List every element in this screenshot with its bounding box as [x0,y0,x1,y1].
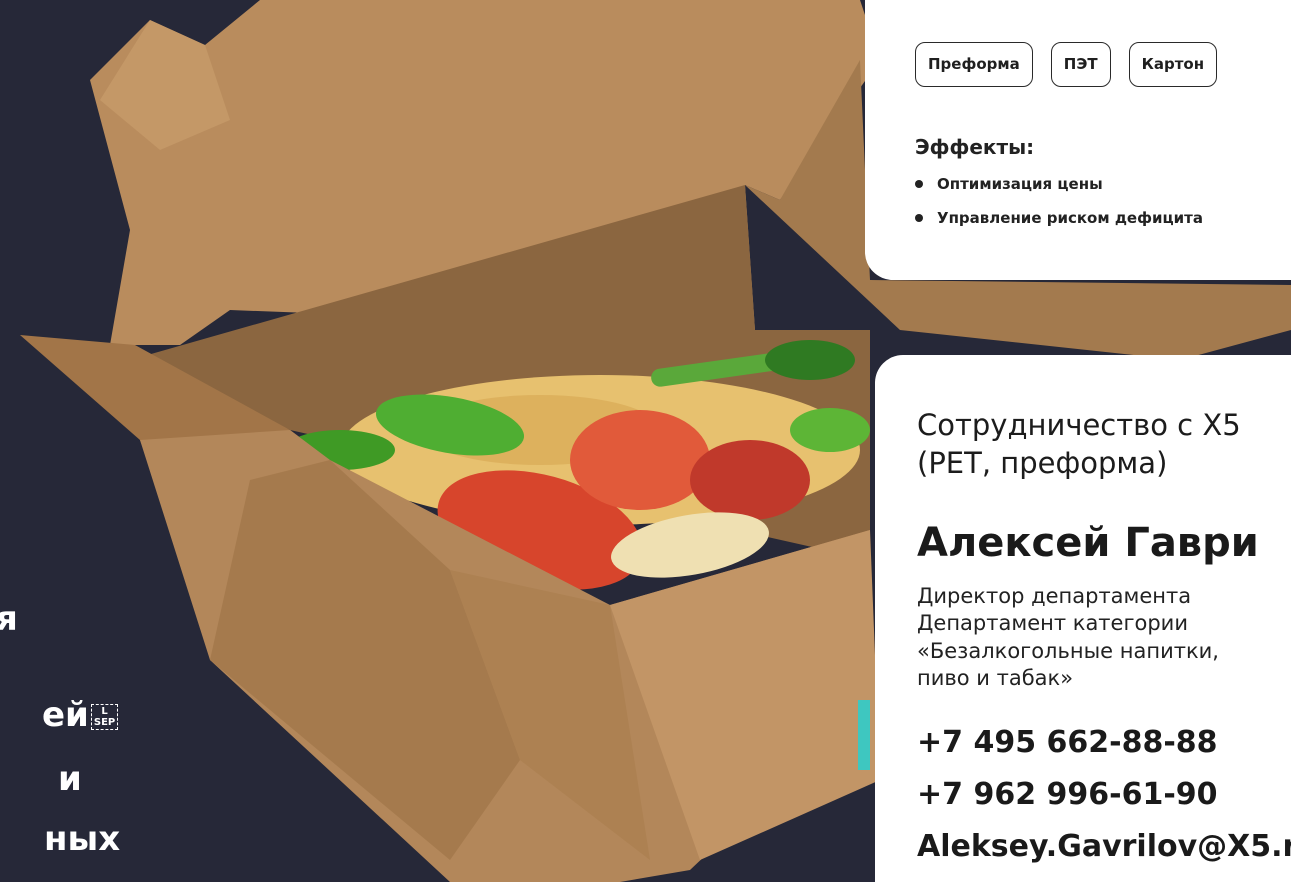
cooperation-title: Сотрудничество с X5 [917,408,1241,442]
herbs [765,340,855,380]
contact-email[interactable]: Aleksey.Gavrilov@X5.r [917,829,1291,864]
material-chips: Преформа ПЭТ Картон [915,42,1218,87]
chip-pet[interactable]: ПЭТ [1050,42,1111,87]
role-line: Директор департамента [917,584,1192,608]
role-line: пиво и табак» [917,665,1074,690]
role-line: «Безалкогольные напитки, [917,638,1219,663]
effects-list: Оптимизация цены Управление риском дефиц… [915,175,1203,243]
sausage [690,440,810,520]
materials-card: Преформа ПЭТ Картон Эффекты: Оптимизация… [865,0,1291,280]
green-pepper-3 [790,408,870,452]
contact-name: Алексей Гаври [917,520,1259,566]
teal-accent [858,700,870,770]
cooperation-heading: Сотрудничество с X5 (PET, преформа) [917,407,1241,482]
cooperation-subtitle: (PET, преформа) [917,445,1168,480]
contact-role: Директор департамента Департамент катего… [917,583,1219,692]
effect-label: Управление риском дефицита [937,209,1203,227]
chip-preform[interactable]: Преформа [915,42,1033,87]
tomato-2 [570,410,710,510]
contact-card: Сотрудничество с X5 (PET, преформа) Алек… [875,355,1291,882]
phone-mobile[interactable]: +7 962 996-61-90 [917,777,1218,812]
effect-item: Оптимизация цены [915,175,1203,193]
bullet-icon [915,180,923,188]
chip-cardboard[interactable]: Картон [1128,42,1218,87]
effects-title: Эффекты: [915,135,1035,159]
phone-office[interactable]: +7 495 662-88-88 [917,725,1218,760]
role-line: Департамент категории [917,611,1188,636]
slide: я ей L SEP и ных Преформа ПЭТ Картон Эфф… [0,0,1291,882]
effect-item: Управление риском дефицита [915,209,1203,227]
bullet-icon [915,214,923,222]
effect-label: Оптимизация цены [937,175,1103,193]
